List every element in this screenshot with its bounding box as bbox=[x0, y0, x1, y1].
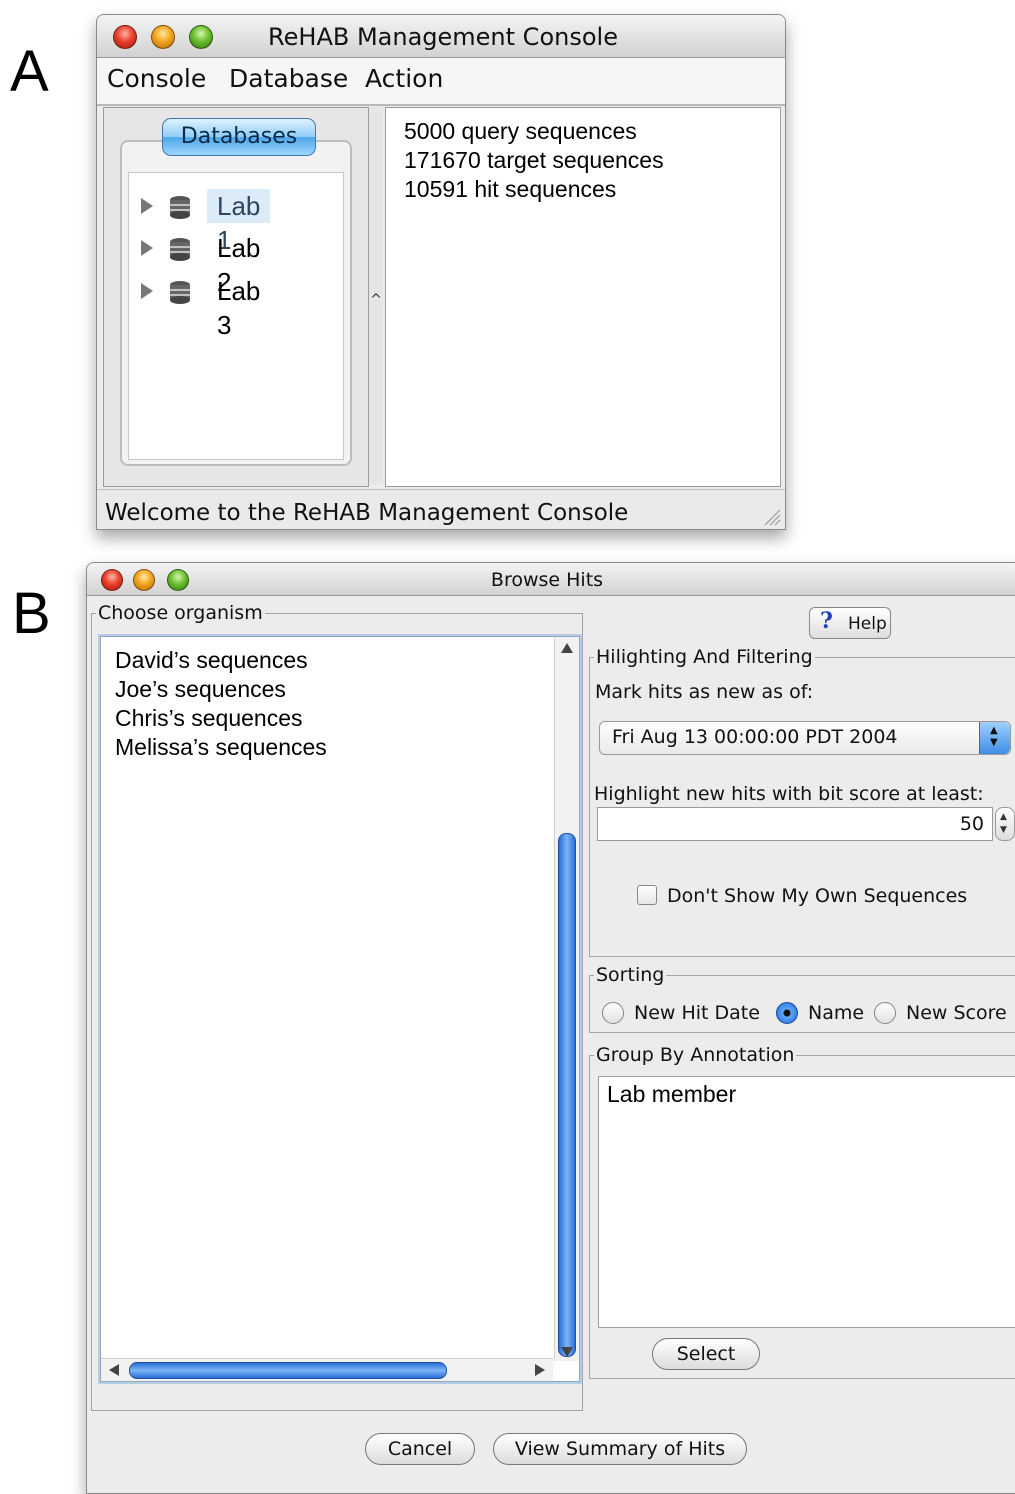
list-item[interactable]: Melissa’s sequences bbox=[115, 734, 327, 761]
dont-show-own-label: Don't Show My Own Sequences bbox=[667, 885, 968, 907]
dont-show-own-checkbox[interactable] bbox=[637, 885, 657, 905]
help-label: Help bbox=[848, 614, 887, 634]
bit-score-label: Highlight new hits with bit score at lea… bbox=[594, 783, 984, 805]
list-item[interactable]: Joe’s sequences bbox=[115, 676, 286, 703]
horizontal-scrollbar[interactable] bbox=[101, 1358, 553, 1381]
bit-score-stepper[interactable]: ▲ ▼ bbox=[995, 807, 1015, 841]
horizontal-scroll-thumb[interactable] bbox=[129, 1362, 447, 1379]
hit-count-text: 10591 hit sequences bbox=[404, 176, 617, 202]
question-icon: ? bbox=[820, 608, 833, 634]
list-item[interactable]: Lab member bbox=[607, 1081, 736, 1108]
disclosure-triangle-icon[interactable] bbox=[141, 198, 153, 214]
database-tree-pane: Lab 1 Lab 2 Lab 3 Databases bbox=[103, 107, 369, 487]
window-title: Browse Hits bbox=[490, 569, 604, 591]
sorting-group: Sorting New Hit Date Name New Score bbox=[589, 964, 1015, 1033]
sort-name-radio[interactable] bbox=[776, 1002, 798, 1024]
tree-item-label: Lab 1 bbox=[207, 189, 271, 255]
vertical-scroll-thumb[interactable] bbox=[558, 833, 576, 1357]
tree-item-label: Lab 3 bbox=[217, 276, 261, 340]
sort-name-label: Name bbox=[808, 1002, 865, 1024]
databases-button[interactable]: Databases bbox=[162, 118, 316, 156]
tree-item-label: Lab 2 bbox=[217, 233, 261, 297]
select-button[interactable]: Select bbox=[652, 1338, 760, 1370]
view-summary-button[interactable]: View Summary of Hits bbox=[493, 1433, 747, 1465]
databases-group: Lab 1 Lab 2 Lab 3 bbox=[120, 140, 352, 466]
collapse-caret-icon[interactable]: ^ bbox=[369, 292, 383, 308]
list-item[interactable]: David’s sequences bbox=[115, 647, 308, 674]
panel-label-a: A bbox=[10, 39, 49, 104]
cancel-button[interactable]: Cancel bbox=[365, 1433, 475, 1465]
scroll-right-arrow-icon[interactable] bbox=[535, 1364, 545, 1376]
menu-action[interactable]: Action bbox=[365, 64, 443, 93]
menu-console[interactable]: Console bbox=[107, 64, 206, 93]
query-count-text: 5000 query sequences bbox=[404, 118, 637, 144]
database-tree: Lab 1 Lab 2 Lab 3 bbox=[128, 172, 344, 460]
help-button[interactable]: ? Help bbox=[809, 607, 891, 639]
management-console-window: ReHAB Management Console Console Databas… bbox=[96, 14, 786, 530]
sort-new-hit-date-label: New Hit Date bbox=[634, 1002, 760, 1024]
panel-label-b: B bbox=[12, 581, 51, 646]
sort-new-score-label: New Score bbox=[906, 1002, 1007, 1024]
menu-database[interactable]: Database bbox=[229, 64, 348, 93]
menu-bar: Console Database Action bbox=[97, 58, 785, 106]
mark-date-select[interactable]: Fri Aug 13 00:00:00 PDT 2004 ▲ ▼ bbox=[599, 721, 1011, 755]
bit-score-input[interactable]: 50 bbox=[597, 807, 993, 841]
group-by-annotation-legend: Group By Annotation bbox=[594, 1044, 797, 1066]
organism-list[interactable]: David’s sequences Joe’s sequences Chris’… bbox=[100, 636, 580, 1382]
choose-organism-group: Choose organism David’s sequences Joe’s … bbox=[91, 602, 583, 1411]
title-bar: ReHAB Management Console bbox=[97, 15, 785, 58]
target-count-text: 171670 target sequences bbox=[404, 147, 664, 173]
status-message: Welcome to the ReHAB Management Console bbox=[105, 500, 629, 526]
database-icon bbox=[170, 196, 190, 219]
sort-new-hit-date-radio[interactable] bbox=[602, 1002, 624, 1024]
list-item[interactable]: Chris’s sequences bbox=[115, 705, 303, 732]
hilighting-filtering-legend: Hilighting And Filtering bbox=[594, 646, 815, 668]
sort-new-score-radio[interactable] bbox=[874, 1002, 896, 1024]
scroll-left-arrow-icon[interactable] bbox=[109, 1364, 119, 1376]
sorting-legend: Sorting bbox=[594, 964, 667, 986]
scroll-up-arrow-icon[interactable] bbox=[561, 643, 573, 653]
choose-organism-legend: Choose organism bbox=[96, 602, 265, 624]
annotation-list[interactable]: Lab member bbox=[598, 1076, 1015, 1328]
bit-score-value: 50 bbox=[959, 813, 984, 835]
database-icon bbox=[170, 281, 190, 304]
split-pane-divider[interactable]: ^ bbox=[369, 107, 383, 485]
date-select-stepper-icon[interactable]: ▲ ▼ bbox=[979, 722, 1010, 754]
vertical-scrollbar[interactable] bbox=[554, 637, 579, 1361]
group-by-annotation-group: Group By Annotation Lab member Select bbox=[589, 1044, 1015, 1379]
disclosure-triangle-icon[interactable] bbox=[141, 283, 153, 299]
database-info-pane: 5000 query sequences 171670 target seque… bbox=[385, 107, 781, 487]
mark-hits-label: Mark hits as new as of: bbox=[595, 681, 814, 703]
status-bar: Welcome to the ReHAB Management Console bbox=[97, 489, 785, 529]
title-bar: Browse Hits bbox=[87, 563, 1015, 596]
disclosure-triangle-icon[interactable] bbox=[141, 240, 153, 256]
scroll-down-arrow-icon[interactable] bbox=[561, 1347, 573, 1357]
browse-hits-window: Browse Hits Choose organism David’s sequ… bbox=[86, 562, 1015, 1494]
window-title: ReHAB Management Console bbox=[268, 23, 618, 51]
resize-grip-icon[interactable] bbox=[761, 506, 781, 526]
database-icon bbox=[170, 238, 190, 261]
mark-date-value: Fri Aug 13 00:00:00 PDT 2004 bbox=[612, 726, 898, 748]
